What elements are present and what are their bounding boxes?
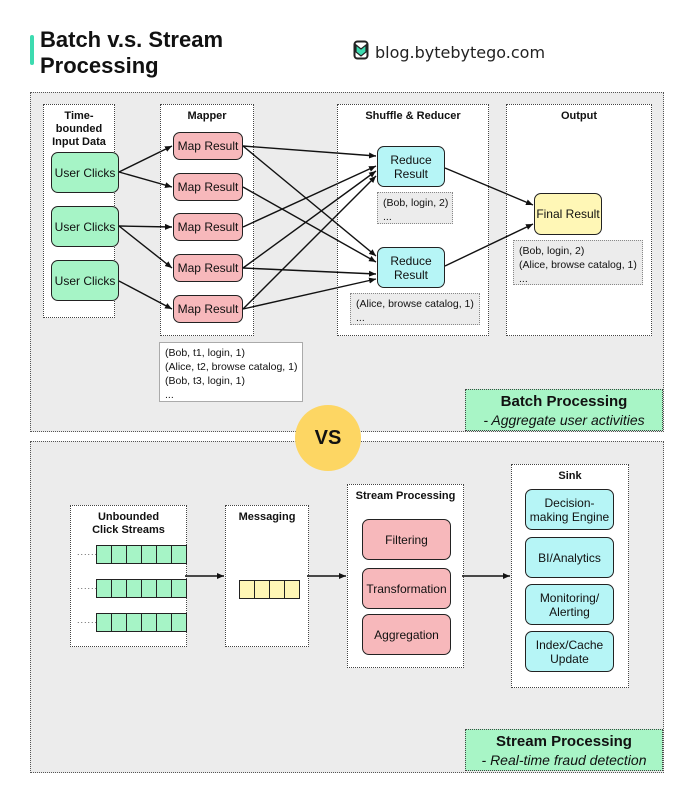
- stream-label-subtitle: - Real-time fraud detection: [481, 752, 647, 768]
- mapper-note: (Bob, t1, login, 1) (Alice, t2, browse c…: [159, 342, 303, 402]
- stream-event-cell: [97, 580, 112, 597]
- stream-event-cell: [127, 580, 142, 597]
- stream-event-cell: [112, 580, 127, 597]
- batch-label-subtitle: - Aggregate user activities: [483, 412, 645, 428]
- source-group-title: Unbounded Click Streams: [92, 511, 165, 536]
- stream-event-cell: [142, 614, 157, 631]
- stream-ellipsis: ......: [77, 615, 99, 625]
- batch-processing-label: Batch Processing - Aggregate user activi…: [465, 389, 663, 431]
- reducer-group-title: Shuffle & Reducer: [365, 110, 461, 122]
- output-note: (Bob, login, 2) (Alice, browse catalog, …: [513, 240, 643, 285]
- stream-event-cell: [142, 580, 157, 597]
- final-result-node: Final Result: [534, 193, 602, 235]
- stream-event-cell: [157, 580, 172, 597]
- click-stream-queue: [96, 613, 187, 632]
- brand-text: blog.bytebytego.com: [375, 42, 546, 62]
- input-node-user-clicks: User Clicks: [51, 206, 119, 247]
- reduce-result-node: Reduce Result: [377, 146, 445, 187]
- click-stream-queue: [96, 579, 187, 598]
- page-title-line1: Batch v.s. Stream: [40, 27, 224, 52]
- click-stream-queue: [96, 545, 187, 564]
- mapper-group-title: Mapper: [187, 110, 227, 122]
- input-node-user-clicks: User Clicks: [51, 152, 119, 193]
- stream-event-cell: [172, 580, 186, 597]
- processing-step-filtering: Filtering: [362, 519, 451, 560]
- sink-decision-engine: Decision- making Engine: [525, 489, 614, 530]
- stream-event-cell: [157, 546, 172, 563]
- stream-event-cell: [172, 614, 186, 631]
- map-result-node: Map Result: [173, 295, 243, 323]
- message-cell: [240, 581, 255, 598]
- reduce-note-2: (Alice, browse catalog, 1) ...: [350, 293, 480, 325]
- messaging-group: Messaging: [225, 505, 309, 647]
- stream-event-cell: [142, 546, 157, 563]
- sink-bi-analytics: BI/Analytics: [525, 537, 614, 578]
- reduce-note-1: (Bob, login, 2) ...: [377, 192, 453, 224]
- stream-event-cell: [112, 614, 127, 631]
- stream-event-cell: [97, 546, 112, 563]
- map-result-node: Map Result: [173, 132, 243, 160]
- map-result-node: Map Result: [173, 213, 243, 241]
- stream-event-cell: [127, 546, 142, 563]
- output-group-title: Output: [560, 110, 598, 122]
- processing-step-aggregation: Aggregation: [362, 614, 451, 655]
- stream-ellipsis: ......: [77, 547, 99, 557]
- stream-event-cell: [97, 614, 112, 631]
- page-title-line2: Processing: [40, 53, 159, 78]
- input-node-user-clicks: User Clicks: [51, 260, 119, 301]
- stream-event-cell: [127, 614, 142, 631]
- messaging-group-title: Messaging: [238, 511, 296, 523]
- message-queue: [239, 580, 300, 599]
- processing-step-transformation: Transformation: [362, 568, 451, 609]
- message-cell: [285, 581, 299, 598]
- stream-event-cell: [172, 546, 186, 563]
- page-title: Batch v.s. Stream Processing: [40, 27, 223, 79]
- stream-processing-group-title: Stream Processing: [355, 490, 456, 502]
- map-result-node: Map Result: [173, 173, 243, 201]
- map-result-node: Map Result: [173, 254, 243, 282]
- input-group-title: Time-bounded Input Data: [52, 110, 106, 148]
- sink-monitoring-alerting: Monitoring/ Alerting: [525, 584, 614, 625]
- message-cell: [255, 581, 270, 598]
- message-cell: [270, 581, 285, 598]
- title-accent-bar: [30, 35, 34, 65]
- stream-event-cell: [157, 614, 172, 631]
- batch-label-title: Batch Processing: [500, 393, 628, 410]
- stream-processing-label: Stream Processing - Real-time fraud dete…: [465, 729, 663, 771]
- stream-ellipsis: ......: [77, 581, 99, 591]
- reduce-result-node: Reduce Result: [377, 247, 445, 288]
- bytebytego-logo-icon: [353, 40, 369, 64]
- stream-label-title: Stream Processing: [496, 733, 632, 750]
- vs-badge: VS: [295, 405, 361, 471]
- stream-event-cell: [112, 546, 127, 563]
- brand: blog.bytebytego.com: [353, 40, 545, 64]
- sink-index-cache-update: Index/Cache Update: [525, 631, 614, 672]
- sink-group-title: Sink: [558, 470, 582, 482]
